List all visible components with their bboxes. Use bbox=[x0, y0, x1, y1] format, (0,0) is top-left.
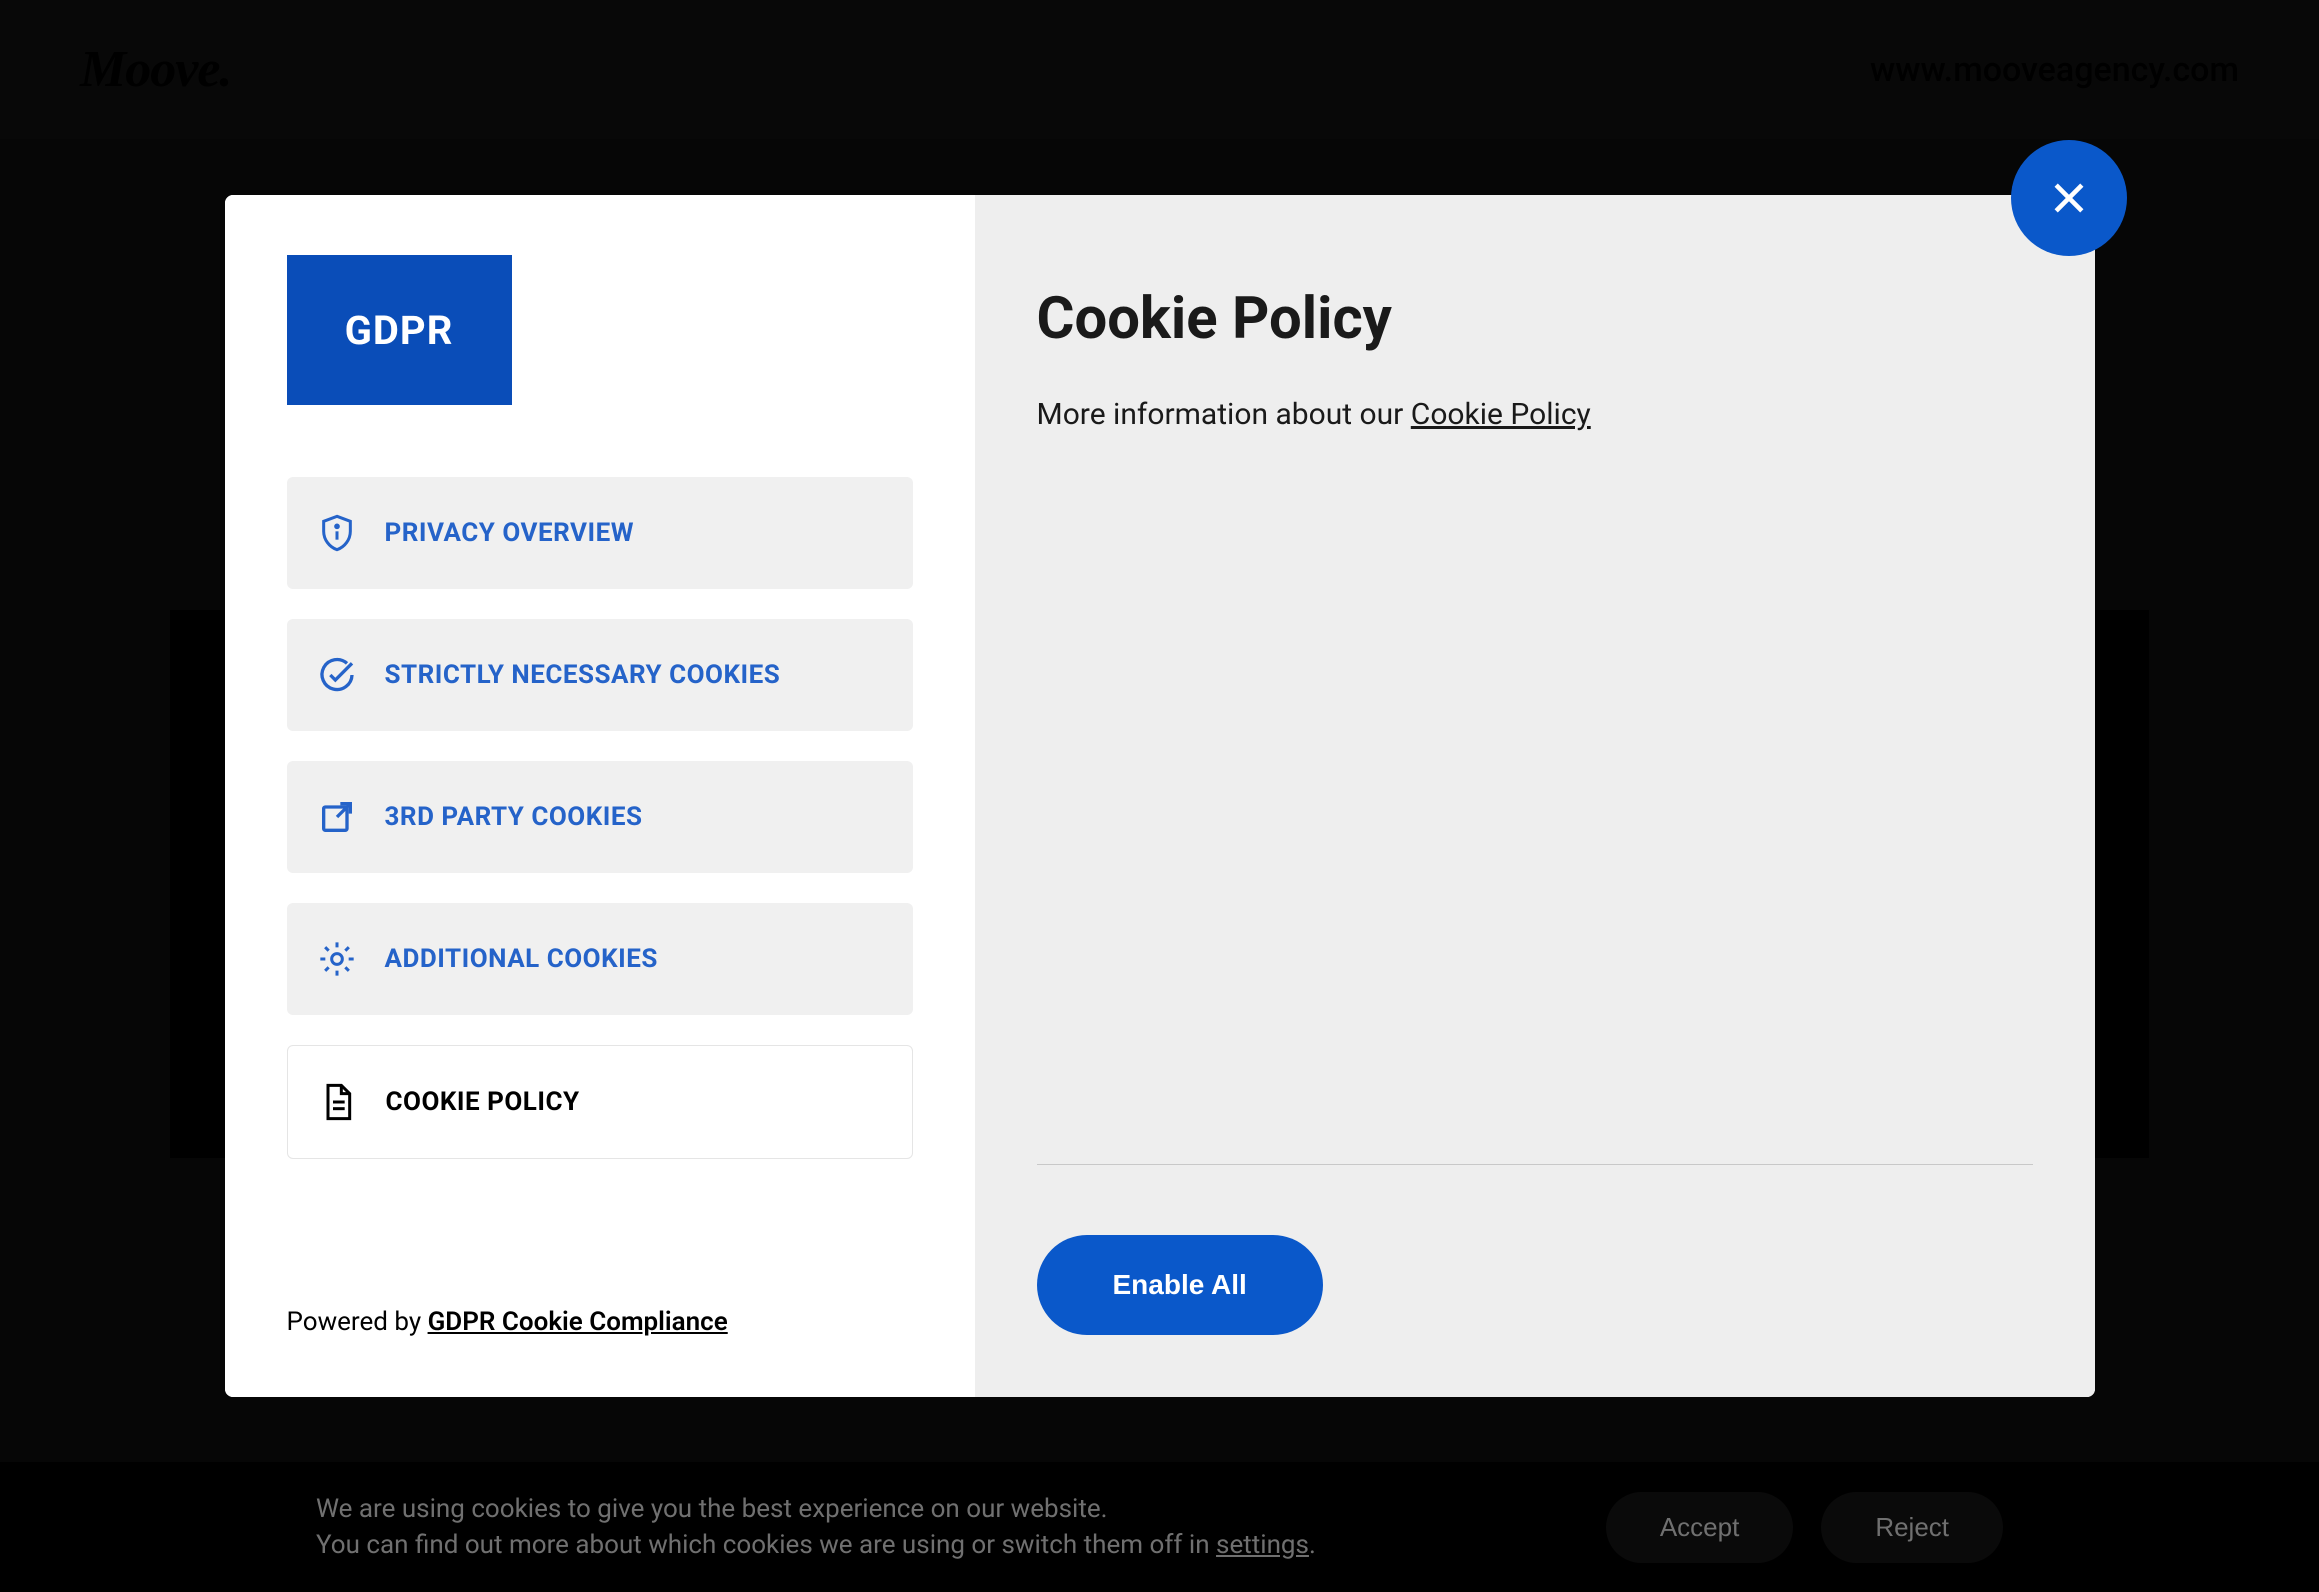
close-icon bbox=[2047, 176, 2091, 220]
nav-item-label: COOKIE POLICY bbox=[386, 1087, 580, 1117]
gear-icon bbox=[317, 939, 357, 979]
cookie-bar-line2-suffix: . bbox=[1309, 1530, 1316, 1560]
powered-by: Powered by GDPR Cookie Compliance bbox=[287, 1307, 913, 1337]
enable-all-button[interactable]: Enable All bbox=[1037, 1235, 1323, 1335]
accept-button[interactable]: Accept bbox=[1606, 1492, 1794, 1563]
nav-item-label: PRIVACY OVERVIEW bbox=[385, 518, 635, 548]
cookie-policy-link[interactable]: Cookie Policy bbox=[1411, 397, 1591, 432]
nav-item-label: 3RD PARTY COOKIES bbox=[385, 802, 643, 832]
shield-info-icon bbox=[317, 513, 357, 553]
modal-sidebar: GDPR PRIVACY OVERVIEW bbox=[225, 195, 975, 1397]
check-circle-icon bbox=[317, 655, 357, 695]
reject-button[interactable]: Reject bbox=[1821, 1492, 2003, 1563]
file-text-icon bbox=[318, 1082, 358, 1122]
nav-list: PRIVACY OVERVIEW STRICTLY NECESSARY COOK… bbox=[287, 477, 913, 1159]
content-text: More information about our Cookie Policy bbox=[1037, 397, 2033, 432]
powered-prefix: Powered by bbox=[287, 1307, 428, 1337]
nav-cookie-policy[interactable]: COOKIE POLICY bbox=[287, 1045, 913, 1159]
nav-item-label: ADDITIONAL COOKIES bbox=[385, 944, 658, 974]
cookie-bar-line1: We are using cookies to give you the bes… bbox=[316, 1494, 1108, 1524]
gdpr-modal: GDPR PRIVACY OVERVIEW bbox=[225, 195, 2095, 1397]
nav-privacy-overview[interactable]: PRIVACY OVERVIEW bbox=[287, 477, 913, 589]
content-text-prefix: More information about our bbox=[1037, 397, 1411, 432]
modal-overlay: GDPR PRIVACY OVERVIEW bbox=[0, 0, 2319, 1592]
modal-content: Cookie Policy More information about our… bbox=[975, 195, 2095, 1397]
content-title: Cookie Policy bbox=[1037, 285, 2033, 353]
nav-additional-cookies[interactable]: ADDITIONAL COOKIES bbox=[287, 903, 913, 1015]
cookie-bar-buttons: Accept Reject bbox=[1606, 1492, 2003, 1563]
cookie-bar-text: We are using cookies to give you the bes… bbox=[316, 1491, 1316, 1564]
external-link-icon bbox=[317, 797, 357, 837]
cookie-bar: We are using cookies to give you the bes… bbox=[0, 1462, 2319, 1592]
settings-link[interactable]: settings bbox=[1216, 1530, 1309, 1560]
cookie-bar-line2-prefix: You can find out more about which cookie… bbox=[316, 1530, 1216, 1560]
nav-strictly-necessary[interactable]: STRICTLY NECESSARY COOKIES bbox=[287, 619, 913, 731]
powered-link[interactable]: GDPR Cookie Compliance bbox=[428, 1307, 728, 1337]
content-footer: Enable All bbox=[1037, 1164, 2033, 1335]
nav-item-label: STRICTLY NECESSARY COOKIES bbox=[385, 660, 781, 690]
nav-third-party[interactable]: 3RD PARTY COOKIES bbox=[287, 761, 913, 873]
gdpr-badge: GDPR bbox=[287, 255, 512, 405]
close-button[interactable] bbox=[2011, 140, 2127, 256]
